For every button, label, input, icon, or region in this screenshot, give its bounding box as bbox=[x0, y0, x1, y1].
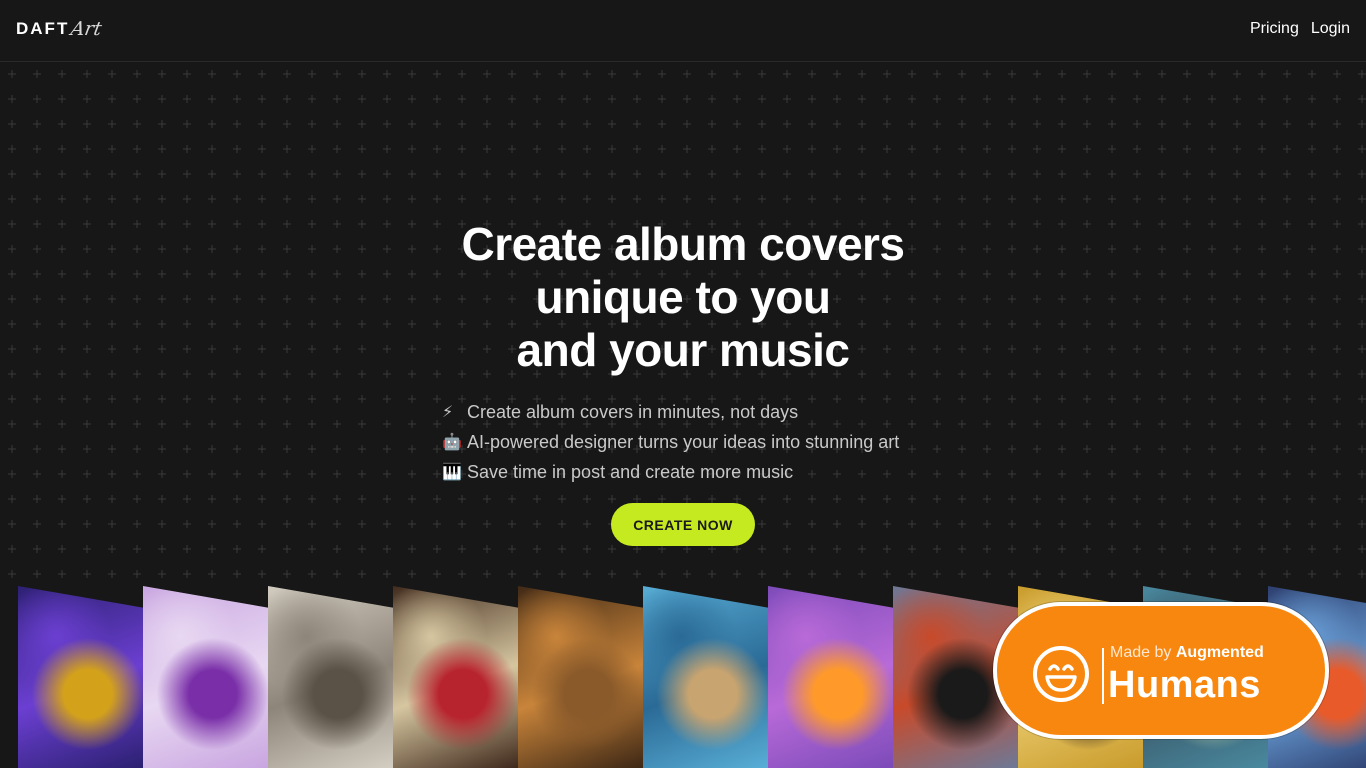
logo-script: Art bbox=[69, 18, 104, 40]
smiley-icon bbox=[1033, 646, 1089, 702]
create-now-button[interactable]: CREATE NOW bbox=[611, 503, 755, 546]
lightning-icon: ⚡ bbox=[442, 404, 454, 421]
badge-made-by: Made by Augmented bbox=[1110, 644, 1264, 662]
header: DAFT Art Pricing Login bbox=[0, 0, 1366, 62]
logo-wordmark: DAFT bbox=[16, 19, 70, 38]
hero-title: Create album covers unique to you and yo… bbox=[0, 218, 1366, 377]
feature-item: 🤖 AI-powered designer turns your ideas i… bbox=[442, 427, 899, 457]
cover-roses-skull bbox=[393, 586, 520, 768]
nav: Pricing Login bbox=[1250, 20, 1350, 38]
hero-title-line: unique to you bbox=[535, 271, 831, 323]
page: DAFT Art Pricing Login Create album cove… bbox=[0, 0, 1366, 768]
cover-tree-tunnel bbox=[518, 586, 645, 768]
cover-ink-sketch bbox=[268, 586, 395, 768]
feature-item: 🎹 Save time in post and create more musi… bbox=[442, 457, 899, 487]
cover-dolphins bbox=[643, 586, 770, 768]
badge-brand-text: Augmented bbox=[1175, 644, 1264, 661]
cover-purple-flowers bbox=[143, 586, 270, 768]
hero-title-line: Create album covers bbox=[461, 218, 905, 270]
nav-login-link[interactable]: Login bbox=[1311, 20, 1350, 38]
feature-text: AI-powered designer turns your ideas int… bbox=[467, 431, 900, 452]
feature-text: Create album covers in minutes, not days bbox=[467, 401, 799, 422]
piano-icon: 🎹 bbox=[442, 464, 462, 481]
badge-divider bbox=[1102, 648, 1104, 704]
feature-item: ⚡ Create album covers in minutes, not da… bbox=[442, 397, 899, 427]
hero-title-line: and your music bbox=[516, 324, 850, 376]
logo[interactable]: DAFT Art bbox=[16, 18, 104, 40]
badge-humans-text: Humans bbox=[1108, 664, 1261, 706]
cover-gold-skull bbox=[18, 586, 145, 768]
made-by-augmented-humans-badge[interactable]: Made by Augmented Humans bbox=[993, 602, 1329, 739]
badge-made-by-text: Made by bbox=[1110, 644, 1172, 661]
feature-text: Save time in post and create more music bbox=[467, 461, 794, 482]
feature-list: ⚡ Create album covers in minutes, not da… bbox=[442, 397, 899, 487]
robot-icon: 🤖 bbox=[442, 434, 462, 451]
nav-pricing-link[interactable]: Pricing bbox=[1250, 20, 1299, 38]
cover-neon-building bbox=[768, 586, 895, 768]
